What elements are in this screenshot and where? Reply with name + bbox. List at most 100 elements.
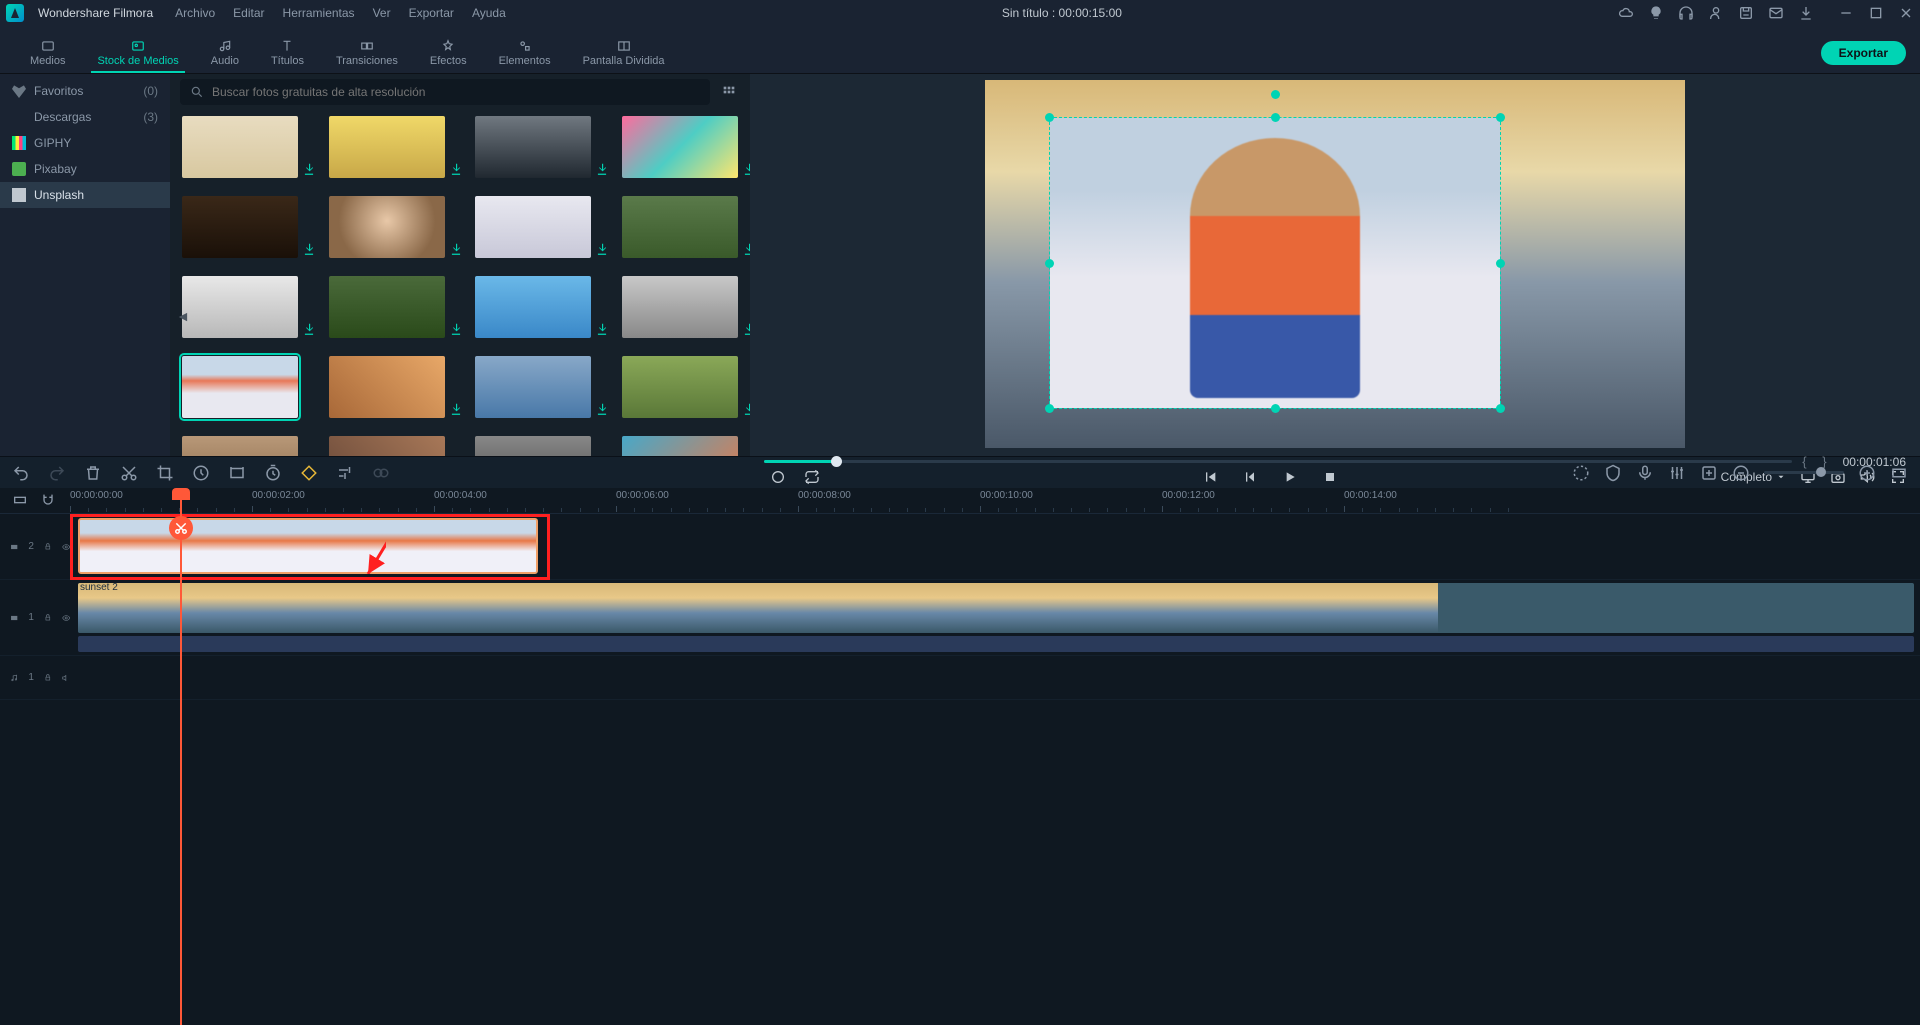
zoom-slider[interactable] <box>1764 471 1844 474</box>
resize-handle[interactable] <box>1045 404 1054 413</box>
tab-audio[interactable]: Audio <box>195 35 255 73</box>
add-track-icon[interactable] <box>1700 464 1718 482</box>
freeze-frame-icon[interactable] <box>228 464 246 482</box>
media-thumb[interactable] <box>475 356 591 418</box>
play-icon[interactable] <box>1282 469 1298 485</box>
media-thumb[interactable] <box>622 356 738 418</box>
export-button[interactable]: Exportar <box>1821 41 1906 65</box>
magnet-icon[interactable] <box>40 492 58 510</box>
track-head-v1[interactable]: 1 <box>0 580 70 655</box>
download-thumb-icon[interactable] <box>595 402 609 416</box>
download-icon[interactable] <box>1798 5 1814 21</box>
download-thumb-icon[interactable] <box>302 242 316 256</box>
mute-icon[interactable] <box>62 672 70 684</box>
media-thumb[interactable] <box>329 196 445 258</box>
timeline-clip-main[interactable] <box>78 583 1914 633</box>
lock-icon[interactable] <box>44 672 52 683</box>
speed-icon[interactable] <box>192 464 210 482</box>
delete-icon[interactable] <box>84 464 102 482</box>
undo-icon[interactable] <box>12 464 30 482</box>
media-thumb[interactable] <box>182 116 298 178</box>
track-head-v2[interactable]: 2 <box>0 514 70 579</box>
overlay-clip[interactable] <box>1050 118 1500 408</box>
track-head-a1[interactable]: 1 <box>0 656 70 699</box>
save-icon[interactable] <box>1738 5 1754 21</box>
scrubber-thumb[interactable] <box>831 456 842 467</box>
crop-icon[interactable] <box>156 464 174 482</box>
download-thumb-icon[interactable] <box>742 402 751 416</box>
preview-canvas[interactable] <box>985 80 1685 448</box>
media-thumb[interactable] <box>475 436 591 456</box>
preview-scrubber[interactable] <box>764 460 1792 463</box>
download-thumb-icon[interactable] <box>449 242 463 256</box>
resize-handle[interactable] <box>1271 113 1280 122</box>
download-thumb-icon[interactable] <box>742 162 751 176</box>
window-minimize-icon[interactable] <box>1838 5 1854 21</box>
media-thumb-selected[interactable] <box>182 356 298 418</box>
cloud-icon[interactable] <box>1618 5 1634 21</box>
user-icon[interactable] <box>1708 5 1724 21</box>
search-input[interactable] <box>212 85 700 99</box>
menu-exportar[interactable]: Exportar <box>409 6 454 20</box>
lightbulb-icon[interactable] <box>1648 5 1664 21</box>
mail-icon[interactable] <box>1768 5 1784 21</box>
tab-pantalla-dividida[interactable]: Pantalla Dividida <box>567 35 681 73</box>
timeline-ruler[interactable]: 00:00:00:0000:00:02:0000:00:04:0000:00:0… <box>70 488 1920 513</box>
media-thumb[interactable] <box>182 436 298 456</box>
menu-archivo[interactable]: Archivo <box>175 6 215 20</box>
menu-ayuda[interactable]: Ayuda <box>472 6 506 20</box>
split-clip-icon[interactable] <box>169 516 193 540</box>
zoom-out-icon[interactable] <box>1732 464 1750 482</box>
eye-icon[interactable] <box>62 541 70 553</box>
green-screen-icon[interactable] <box>372 464 390 482</box>
marker-icon[interactable] <box>1604 464 1622 482</box>
download-thumb-icon[interactable] <box>302 162 316 176</box>
media-thumb[interactable] <box>329 356 445 418</box>
menu-ver[interactable]: Ver <box>373 6 391 20</box>
media-thumb[interactable] <box>475 116 591 178</box>
timeline-playhead[interactable] <box>180 488 182 1025</box>
media-thumb[interactable] <box>329 436 445 456</box>
sidebar-item-giphy[interactable]: GIPHY <box>0 130 170 156</box>
voiceover-icon[interactable] <box>1636 464 1654 482</box>
media-thumb[interactable] <box>182 196 298 258</box>
adjust-icon[interactable] <box>336 464 354 482</box>
download-thumb-icon[interactable] <box>595 242 609 256</box>
zoom-in-icon[interactable] <box>1858 464 1876 482</box>
mixer-icon[interactable] <box>1668 464 1686 482</box>
window-close-icon[interactable] <box>1898 5 1914 21</box>
step-back-icon[interactable] <box>1242 469 1258 485</box>
media-thumb[interactable] <box>622 276 738 338</box>
window-maximize-icon[interactable] <box>1868 5 1884 21</box>
lock-icon[interactable] <box>44 541 52 552</box>
menu-editar[interactable]: Editar <box>233 6 264 20</box>
download-thumb-icon[interactable] <box>302 322 316 336</box>
tab-medios[interactable]: Medios <box>14 35 81 73</box>
record-icon[interactable] <box>770 469 786 485</box>
timeline-edit-mode-icon[interactable] <box>12 492 30 510</box>
eye-icon[interactable] <box>62 612 70 624</box>
resize-handle[interactable] <box>1496 259 1505 268</box>
media-thumb[interactable] <box>182 276 298 338</box>
media-thumb[interactable] <box>622 116 738 178</box>
sidebar-item-descargas[interactable]: Descargas(3) <box>0 104 170 130</box>
sidebar-item-favoritos[interactable]: Favoritos(0) <box>0 78 170 104</box>
search-box[interactable] <box>180 79 710 105</box>
media-thumb[interactable] <box>475 196 591 258</box>
tab-transiciones[interactable]: Transiciones <box>320 35 414 73</box>
loop-icon[interactable] <box>804 469 820 485</box>
zoom-fit-icon[interactable] <box>1890 464 1908 482</box>
media-thumb[interactable] <box>329 276 445 338</box>
download-thumb-icon[interactable] <box>595 322 609 336</box>
clip-effect-bar[interactable] <box>78 636 1914 652</box>
tab-elementos[interactable]: Elementos <box>483 35 567 73</box>
download-thumb-icon[interactable] <box>449 322 463 336</box>
resize-handle[interactable] <box>1496 404 1505 413</box>
media-thumb[interactable] <box>622 436 738 456</box>
prev-frame-icon[interactable] <box>1202 469 1218 485</box>
media-thumb[interactable] <box>622 196 738 258</box>
resize-handle[interactable] <box>1045 259 1054 268</box>
media-thumb[interactable] <box>329 116 445 178</box>
media-thumb[interactable] <box>475 276 591 338</box>
tab-stock-medios[interactable]: Stock de Medios <box>81 35 194 73</box>
